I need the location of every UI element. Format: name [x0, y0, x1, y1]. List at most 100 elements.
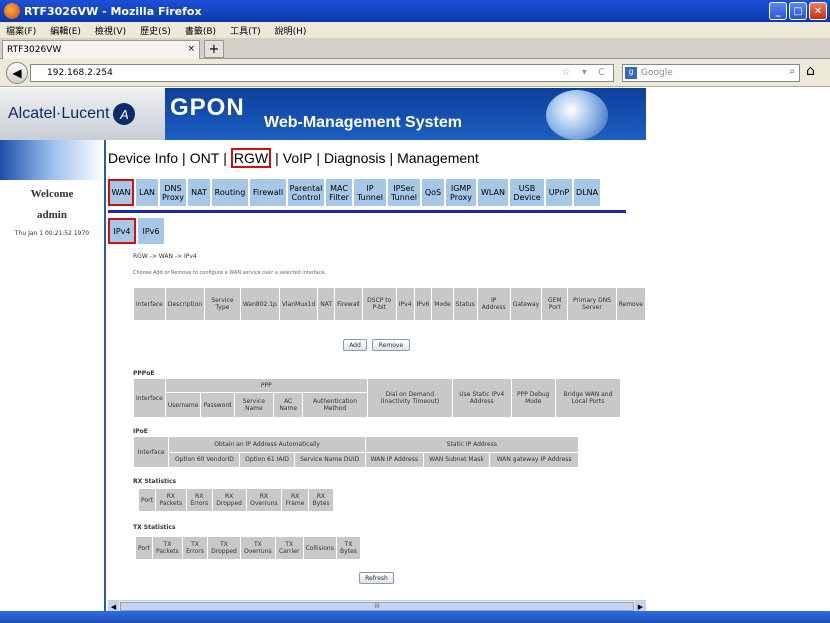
rx-statistics-table: Port RX Packets RX Errors RX Dropped RX …	[138, 488, 334, 512]
add-button[interactable]: Add	[343, 339, 367, 351]
table-header: Gateway	[509, 287, 543, 321]
tab-wlan[interactable]: WLAN	[478, 179, 508, 206]
nav-diagnosis[interactable]: Diagnosis	[324, 150, 385, 166]
tab-usb-device[interactable]: USB Device	[510, 179, 544, 206]
pppoe-table: Interface PPP Dial on Demand (Inactivity…	[133, 377, 622, 418]
table-header: Service Name	[233, 392, 275, 418]
tab-dlna[interactable]: DLNA	[574, 179, 600, 206]
scroll-left-icon[interactable]: ◀	[108, 601, 119, 611]
new-tab-button[interactable]: +	[204, 40, 224, 58]
page-content: Alcatel·Lucent A GPON Web-Management Sys…	[0, 88, 646, 611]
product-title: GPON	[170, 94, 245, 121]
table-header: Interface	[133, 378, 166, 418]
table-header: Authentication Method	[302, 392, 368, 418]
table-header: TX Packets	[151, 536, 183, 560]
tab-firewall[interactable]: Firewall	[250, 179, 286, 206]
nav-ont[interactable]: ONT	[190, 150, 220, 166]
bookmark-star-icon[interactable]: ☆ ▾ C	[562, 67, 609, 78]
table-header: Wan802.1p	[239, 287, 280, 321]
globe-icon	[546, 90, 608, 140]
url-text: 192.168.2.254	[47, 68, 113, 78]
table-header: Static IP Address	[364, 436, 580, 453]
nav-rgw[interactable]: RGW	[230, 148, 272, 168]
table-header: IPv6	[413, 287, 433, 321]
table-header: Collisions	[302, 536, 337, 560]
tab-ip-tunnel[interactable]: IP Tunnel	[354, 179, 386, 206]
table-header: Mode	[431, 287, 454, 321]
tab-routing[interactable]: Routing	[212, 179, 248, 206]
tab-title: RTF3026VW	[7, 45, 62, 55]
tab-upnp[interactable]: UPnP	[546, 179, 572, 206]
navigation-bar: ◀ 192.168.2.254 ☆ ▾ C g Google ⌕ ⌂	[0, 59, 830, 87]
tab-parental-control[interactable]: Parental Control	[288, 179, 324, 206]
refresh-button[interactable]: Refresh	[359, 572, 394, 584]
search-placeholder: Google	[641, 68, 673, 78]
table-header: Option 61 IAID	[239, 451, 295, 468]
scroll-thumb[interactable]: III	[120, 602, 634, 611]
table-header: Firewall	[334, 287, 363, 321]
minimize-button[interactable]: _	[769, 2, 787, 20]
table-header: IP Address	[476, 287, 511, 321]
table-header: RX Packets	[154, 488, 187, 512]
menu-history[interactable]: 歷史(S)	[140, 24, 171, 37]
search-input[interactable]: g Google ⌕	[622, 64, 800, 82]
close-button[interactable]: ✕	[809, 2, 827, 20]
menu-edit[interactable]: 編輯(E)	[50, 24, 81, 37]
table-header: Service Name DUID	[293, 451, 366, 468]
nav-voip[interactable]: VoIP	[283, 150, 313, 166]
menu-bar: 檔案(F) 編輯(E) 檢視(V) 歷史(S) 書籤(B) 工具(T) 說明(H…	[0, 22, 830, 38]
tab-lan[interactable]: LAN	[136, 179, 158, 206]
menu-tools[interactable]: 工具(T)	[230, 24, 261, 37]
table-header: Port	[135, 536, 153, 560]
tab-nat[interactable]: NAT	[188, 179, 210, 206]
nav-management[interactable]: Management	[397, 150, 479, 166]
tab-ipsec-tunnel[interactable]: IPSec Tunnel	[388, 179, 420, 206]
table-header: Status	[452, 287, 478, 321]
brand-mark-icon: A	[113, 103, 136, 125]
horizontal-scrollbar[interactable]: ◀ III ▶	[108, 600, 646, 611]
tab-dns-proxy[interactable]: DNS Proxy	[160, 179, 186, 206]
tab-close-icon[interactable]: ×	[187, 44, 195, 54]
table-header: Obtain an IP Address Automatically	[168, 436, 366, 453]
pppoe-label: PPPoE	[133, 370, 155, 377]
search-icon[interactable]: ⌕	[789, 66, 795, 77]
remove-button[interactable]: Remove	[372, 339, 410, 351]
tab-mac-filter[interactable]: MAC Filter	[326, 179, 352, 206]
sidebar-banner	[0, 140, 104, 180]
browser-tab[interactable]: RTF3026VW ×	[2, 40, 200, 59]
google-icon: g	[625, 67, 637, 79]
back-button[interactable]: ◀	[6, 62, 28, 84]
scroll-right-icon[interactable]: ▶	[635, 601, 646, 611]
table-header: Remove	[615, 287, 646, 321]
brand-logo: Alcatel·Lucent A	[0, 88, 165, 140]
tx-statistics-label: TX Statistics	[133, 524, 176, 531]
table-header: Option 60 VendorID	[168, 451, 241, 468]
blank-area	[646, 88, 830, 611]
subtab-ipv6[interactable]: IPv6	[138, 218, 164, 244]
table-header: TX Overruns	[240, 536, 276, 560]
menu-file[interactable]: 檔案(F)	[6, 24, 36, 37]
rgw-tabs: WAN LAN DNS Proxy NAT Routing Firewall P…	[108, 179, 600, 206]
table-header: RX Overruns	[245, 488, 283, 512]
tab-qos[interactable]: QoS	[422, 179, 444, 206]
menu-view[interactable]: 檢視(V)	[95, 24, 126, 37]
menu-bookmarks[interactable]: 書籤(B)	[185, 24, 216, 37]
ipoe-table: Interface Obtain an IP Address Automatic…	[132, 436, 580, 468]
wan-subtabs: IPv4 IPv6	[108, 218, 164, 244]
left-sidebar: Welcome admin Thu Jan 1 00:21:52 1970	[0, 140, 104, 611]
table-header: Password	[200, 392, 235, 418]
maximize-button[interactable]: □	[789, 2, 807, 20]
tab-wan[interactable]: WAN	[108, 179, 134, 206]
system-time: Thu Jan 1 00:21:52 1970	[14, 230, 90, 237]
table-header: RX Dropped	[211, 488, 247, 512]
address-bar[interactable]: 192.168.2.254 ☆ ▾ C	[30, 64, 614, 82]
menu-help[interactable]: 說明(H)	[275, 24, 307, 37]
page-header: Alcatel·Lucent A GPON Web-Management Sys…	[0, 88, 646, 140]
table-header: IPv4	[395, 287, 415, 321]
ipoe-label: IPoE	[133, 428, 148, 435]
nav-device-info[interactable]: Device Info	[108, 150, 178, 166]
table-header: TX Dropped	[206, 536, 242, 560]
home-icon[interactable]: ⌂	[806, 63, 815, 79]
subtab-ipv4[interactable]: IPv4	[108, 218, 136, 244]
tab-igmp-proxy[interactable]: IGMP Proxy	[446, 179, 476, 206]
